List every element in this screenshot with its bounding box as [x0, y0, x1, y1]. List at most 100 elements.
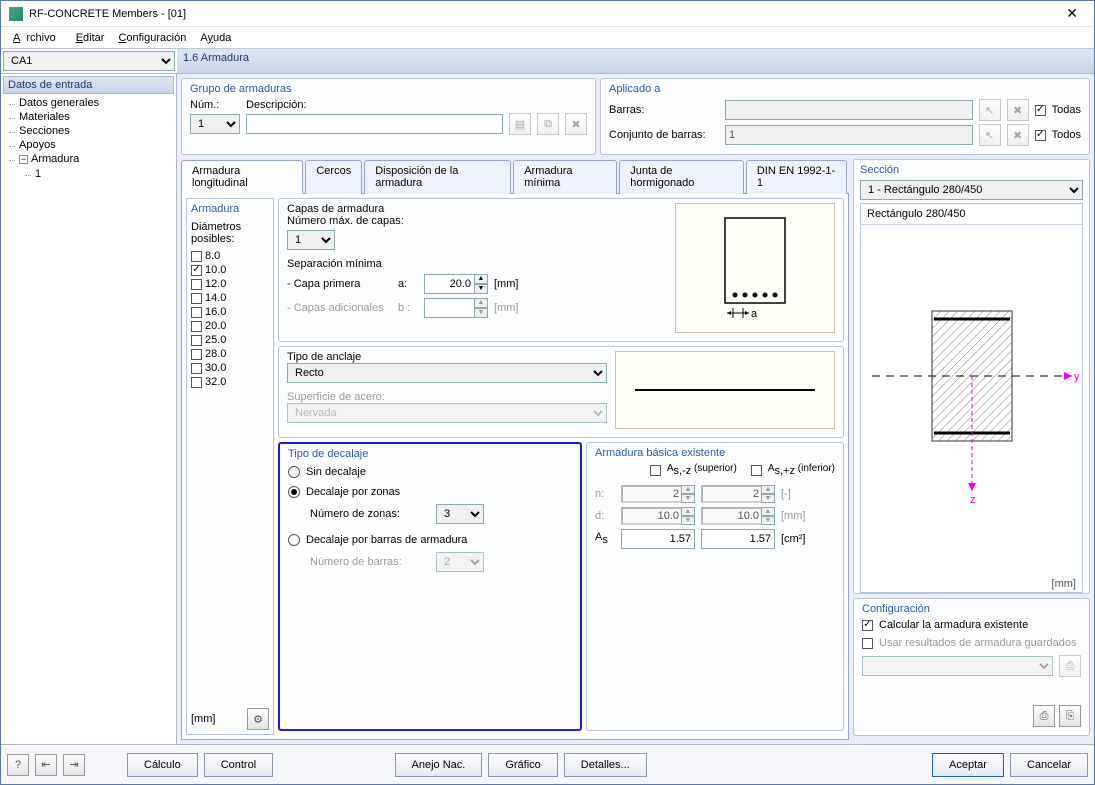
numzonas-select[interactable]: 3 — [436, 504, 484, 524]
diam-header: Diámetros posibles: — [191, 221, 269, 245]
as2-input[interactable] — [701, 529, 775, 549]
group-num-select[interactable]: 1 — [190, 114, 240, 134]
nummax-select[interactable]: 1 — [287, 230, 335, 250]
assup-check[interactable] — [650, 465, 661, 476]
radio-zonas[interactable] — [288, 486, 300, 498]
grafico-button[interactable]: Gráfico — [488, 753, 557, 777]
aceptar-button[interactable]: Aceptar — [932, 753, 1004, 777]
svg-text:y: y — [1074, 371, 1080, 383]
nav-tree: Datos de entrada Datos generales Materia… — [1, 74, 177, 744]
section-desc: Rectángulo 280/450 — [861, 204, 1082, 225]
a-spinner[interactable]: ▲▼ — [424, 274, 488, 294]
close-icon[interactable]: ✕ — [1058, 3, 1086, 24]
todos-check[interactable] — [1035, 130, 1046, 141]
help-icon[interactable]: ? — [7, 754, 29, 776]
menu-config[interactable]: Configuración — [112, 30, 192, 46]
detalles-button[interactable]: Detalles... — [564, 753, 647, 777]
diam-option[interactable]: 25.0 — [191, 333, 269, 347]
tab-disposicion[interactable]: Disposición de la armadura — [364, 160, 511, 194]
btn-copy-icon: ⧉ — [537, 113, 559, 135]
tab-minima[interactable]: Armadura mínima — [513, 160, 617, 194]
barras-input — [725, 100, 973, 120]
section-title: Sección — [860, 164, 1083, 176]
tree-item[interactable]: Materiales — [9, 110, 174, 124]
section-select[interactable]: 1 - Rectángulo 280/450 — [860, 180, 1083, 200]
config-title: Configuración — [862, 603, 1081, 615]
group-title: Aplicado a — [609, 83, 1081, 95]
tree-item[interactable]: 1 — [25, 167, 174, 181]
armadura-title: Armadura — [191, 203, 269, 215]
diam-option[interactable]: 32.0 — [191, 375, 269, 389]
tree-item[interactable]: Secciones — [9, 124, 174, 138]
conjunto-label: Conjunto de barras: — [609, 129, 719, 141]
saved-select — [862, 656, 1053, 676]
todos-label: Todos — [1052, 129, 1081, 141]
del-icon: ✖ — [1007, 124, 1029, 146]
b-spinner: ▲▼ — [424, 298, 488, 318]
capas-title: Capas de armadura — [287, 203, 667, 215]
as1-input[interactable] — [621, 529, 695, 549]
anclaje-select[interactable]: Recto — [287, 363, 607, 383]
anejo-button[interactable]: Anejo Nac. — [395, 753, 483, 777]
del-icon: ✖ — [1007, 99, 1029, 121]
nummax-label: Número máx. de capas: — [287, 215, 667, 227]
lib-icon: ⎙ — [1059, 655, 1081, 677]
anclaje-title: Tipo de anclaje — [287, 351, 607, 363]
diam-option[interactable]: 12.0 — [191, 277, 269, 291]
menubar: Archivo Editar Configuración Ayuda — [1, 27, 1094, 49]
diam-option[interactable]: 30.0 — [191, 361, 269, 375]
collapse-icon[interactable]: − — [19, 155, 28, 164]
sepmin-label: Separación mínima — [287, 258, 667, 270]
tab-junta[interactable]: Junta de hormigonado — [619, 160, 744, 194]
tree-item[interactable]: Datos generales — [9, 96, 174, 110]
tree-item[interactable]: Apoyos — [9, 138, 174, 152]
case-select[interactable]: CA1 — [3, 51, 175, 71]
page-title: 1.6 Armadura — [177, 49, 1094, 73]
tab-cercos[interactable]: Cercos — [305, 160, 362, 194]
nav-prev-icon[interactable]: ⇤ — [35, 754, 57, 776]
desc-label: Descripción: — [246, 99, 307, 111]
group-title: Grupo de armaduras — [190, 83, 587, 95]
todas-check[interactable] — [1035, 105, 1046, 116]
control-button[interactable]: Control — [204, 753, 273, 777]
nav-next-icon[interactable]: ⇥ — [63, 754, 85, 776]
tree-item-armadura[interactable]: −Armadura 1 — [9, 152, 174, 182]
section-graphic: y z — [861, 225, 1082, 576]
asinf-check[interactable] — [751, 465, 762, 476]
diam-option[interactable]: 10.0 — [191, 263, 269, 277]
cancelar-button[interactable]: Cancelar — [1010, 753, 1088, 777]
pick-icon: ↖ — [979, 124, 1001, 146]
diam-option[interactable]: 28.0 — [191, 347, 269, 361]
numbarras-select: 2 — [436, 552, 484, 572]
menu-ayuda[interactable]: Ayuda — [194, 30, 237, 46]
svg-text:a: a — [751, 308, 758, 320]
tool2-icon[interactable]: ⎘ — [1059, 705, 1081, 727]
todas-label: Todas — [1052, 104, 1081, 116]
svg-text:z: z — [970, 494, 976, 506]
anchor-sketch — [615, 351, 835, 429]
settings-icon[interactable]: ⚙ — [247, 708, 269, 730]
menu-archivo[interactable]: Archivo — [7, 30, 68, 46]
group-desc-input[interactable] — [246, 114, 503, 134]
tab-din[interactable]: DIN EN 1992-1-1 — [746, 160, 847, 194]
conjunto-input[interactable] — [725, 125, 973, 145]
tool1-icon[interactable]: ⎙ — [1033, 705, 1055, 727]
calculo-button[interactable]: Cálculo — [127, 753, 198, 777]
diam-option[interactable]: 20.0 — [191, 319, 269, 333]
section-sketch: a — [675, 203, 835, 333]
calc-check[interactable] — [862, 620, 873, 631]
tab-longitudinal[interactable]: Armadura longitudinal — [181, 160, 303, 194]
diam-option[interactable]: 8.0 — [191, 249, 269, 263]
unit-label: [mm] — [191, 713, 215, 725]
diam-option[interactable]: 16.0 — [191, 305, 269, 319]
decalaje-title: Tipo de decalaje — [288, 448, 572, 460]
sup-select: Nervada — [287, 403, 607, 423]
radio-barras[interactable] — [288, 534, 300, 546]
menu-editar[interactable]: Editar — [70, 30, 111, 46]
app-icon — [9, 7, 23, 21]
usar-check — [862, 638, 873, 649]
window-title: RF-CONCRETE Members - [01] — [29, 8, 1058, 20]
tabs: Armadura longitudinal Cercos Disposición… — [181, 159, 849, 194]
radio-sin[interactable] — [288, 466, 300, 478]
diam-option[interactable]: 14.0 — [191, 291, 269, 305]
